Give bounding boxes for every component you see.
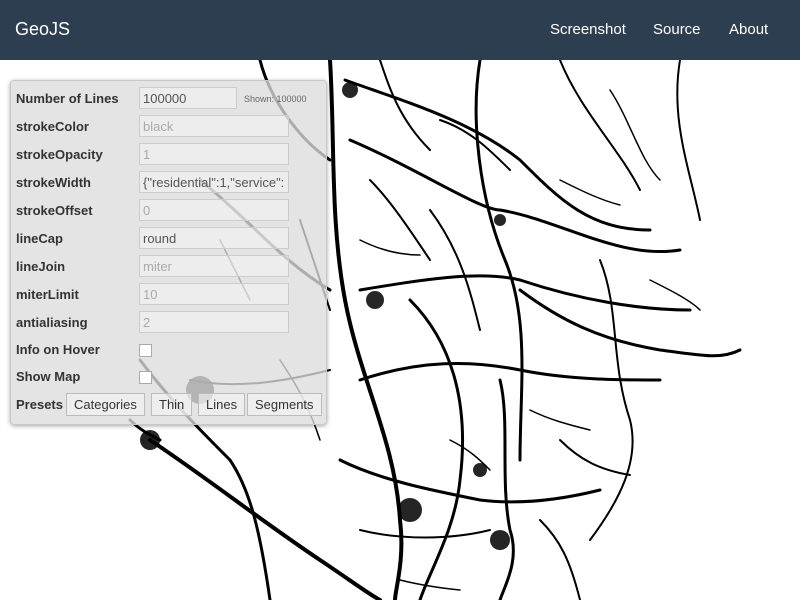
show-map-label: Show Map [16,369,81,384]
brand-link[interactable]: GeoJS [15,19,70,40]
line-cap-label: lineCap [16,231,63,246]
info-on-hover-label: Info on Hover [16,342,100,357]
nav-link-screenshot[interactable]: Screenshot [550,21,626,38]
preset-segments-button[interactable]: Segments [247,393,322,416]
stroke-color-input[interactable] [139,115,289,137]
stroke-width-input[interactable] [139,171,289,193]
stroke-offset-input[interactable] [139,199,289,221]
stroke-opacity-label: strokeOpacity [16,147,103,162]
line-join-label: lineJoin [16,259,66,274]
miter-limit-label: miterLimit [16,287,79,302]
stroke-width-label: strokeWidth [16,175,91,190]
stroke-color-label: strokeColor [16,119,89,134]
nav-link-source[interactable]: Source [653,21,701,38]
presets-label: Presets [16,397,63,412]
controls-panel: Number of Lines Shown: 100000 strokeColo… [10,80,327,425]
info-on-hover-checkbox[interactable] [139,344,152,357]
number-of-lines-label: Number of Lines [16,91,119,106]
show-map-checkbox[interactable] [139,371,152,384]
stroke-opacity-input[interactable] [139,143,289,165]
preset-categories-button[interactable]: Categories [66,393,145,416]
navbar: GeoJS Screenshot Source About [0,0,800,60]
shown-count: Shown: 100000 [244,94,307,104]
preset-lines-button[interactable]: Lines [198,393,246,416]
preset-thin-button[interactable]: Thin [151,393,193,416]
antialiasing-input[interactable] [139,311,289,333]
nav-link-about[interactable]: About [729,21,768,38]
line-join-input[interactable] [139,255,289,277]
antialiasing-label: antialiasing [16,315,88,330]
stroke-offset-label: strokeOffset [16,203,93,218]
miter-limit-input[interactable] [139,283,289,305]
number-of-lines-input[interactable] [139,87,237,109]
line-cap-input[interactable] [139,227,289,249]
